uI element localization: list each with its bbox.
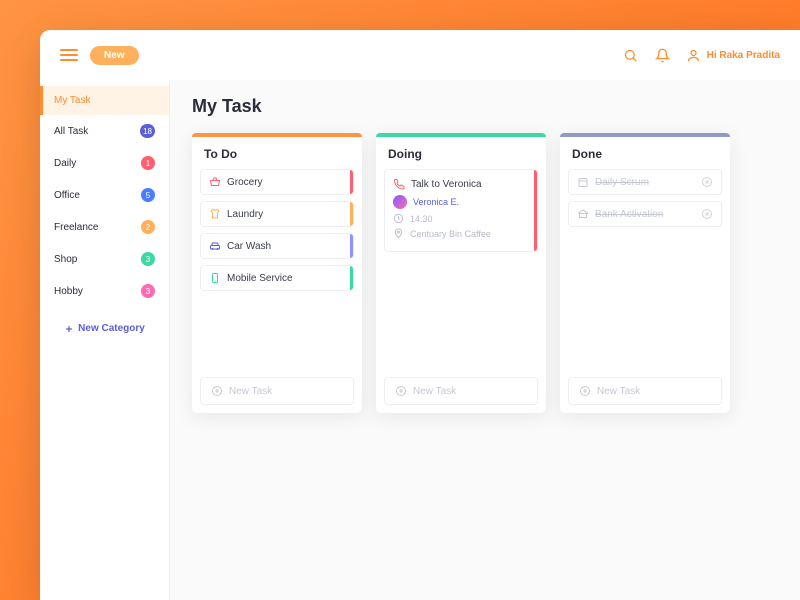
shirt-icon [209, 208, 221, 220]
column-title: To Do [192, 137, 362, 169]
sidebar: My Task All Task18 Daily1 Office5 Freela… [40, 80, 170, 600]
user-menu[interactable]: Hi Raka Pradita [686, 48, 780, 63]
badge: 2 [141, 220, 155, 234]
person-link[interactable]: Veronica E. [413, 197, 459, 207]
new-task-button[interactable]: New Task [384, 377, 538, 405]
sidebar-item-all-task[interactable]: All Task18 [40, 115, 169, 147]
task-card[interactable]: Car Wash [200, 233, 354, 259]
column-title: Done [560, 137, 730, 169]
sidebar-item-hobby[interactable]: Hobby3 [40, 275, 169, 307]
kanban-board: To Do Grocery Laundry [192, 133, 778, 413]
badge: 1 [141, 156, 155, 170]
plus-icon [64, 324, 74, 334]
bank-icon [577, 208, 589, 220]
column-bar [560, 133, 730, 137]
column-doing: Doing Talk to Veronica Veronica E. [376, 133, 546, 413]
topbar: New Hi Raka Pradita [40, 30, 800, 80]
badge: 3 [141, 284, 155, 298]
calendar-icon [577, 176, 589, 188]
remove-icon[interactable] [701, 176, 713, 188]
plus-circle-icon [395, 385, 407, 397]
avatar [393, 195, 407, 209]
new-category-button[interactable]: New Category [40, 307, 169, 350]
task-card[interactable]: Grocery [200, 169, 354, 195]
column-title: Doing [376, 137, 546, 169]
column-done: Done Daily Scrum Bank Activation [560, 133, 730, 413]
menu-icon[interactable] [60, 49, 78, 61]
search-icon[interactable] [618, 42, 644, 68]
column-todo: To Do Grocery Laundry [192, 133, 362, 413]
user-icon [686, 48, 701, 63]
plus-circle-icon [579, 385, 591, 397]
user-greeting: Hi Raka Pradita [707, 50, 780, 61]
phone-icon [393, 178, 405, 190]
column-bar [376, 133, 546, 137]
sidebar-item-freelance[interactable]: Freelance2 [40, 211, 169, 243]
task-card-done[interactable]: Daily Scrum [568, 169, 722, 195]
task-card-expanded[interactable]: Talk to Veronica Veronica E. 14.30 [384, 169, 538, 252]
task-card-done[interactable]: Bank Activation [568, 201, 722, 227]
sidebar-item-shop[interactable]: Shop3 [40, 243, 169, 275]
page-title: My Task [192, 96, 778, 117]
mobile-icon [209, 272, 221, 284]
task-card[interactable]: Mobile Service [200, 265, 354, 291]
new-task-button[interactable]: New Task [568, 377, 722, 405]
basket-icon [209, 176, 221, 188]
remove-icon[interactable] [701, 208, 713, 220]
sidebar-item-office[interactable]: Office5 [40, 179, 169, 211]
car-icon [209, 240, 221, 252]
badge: 18 [140, 124, 155, 138]
column-bar [192, 133, 362, 137]
task-card[interactable]: Laundry [200, 201, 354, 227]
sidebar-item-daily[interactable]: Daily1 [40, 147, 169, 179]
new-button[interactable]: New [90, 46, 139, 65]
new-task-button[interactable]: New Task [200, 377, 354, 405]
sidebar-item-my-task[interactable]: My Task [40, 86, 169, 115]
plus-circle-icon [211, 385, 223, 397]
location-icon [393, 228, 404, 239]
clock-icon [393, 213, 404, 224]
badge: 3 [141, 252, 155, 266]
bell-icon[interactable] [650, 42, 676, 68]
badge: 5 [141, 188, 155, 202]
